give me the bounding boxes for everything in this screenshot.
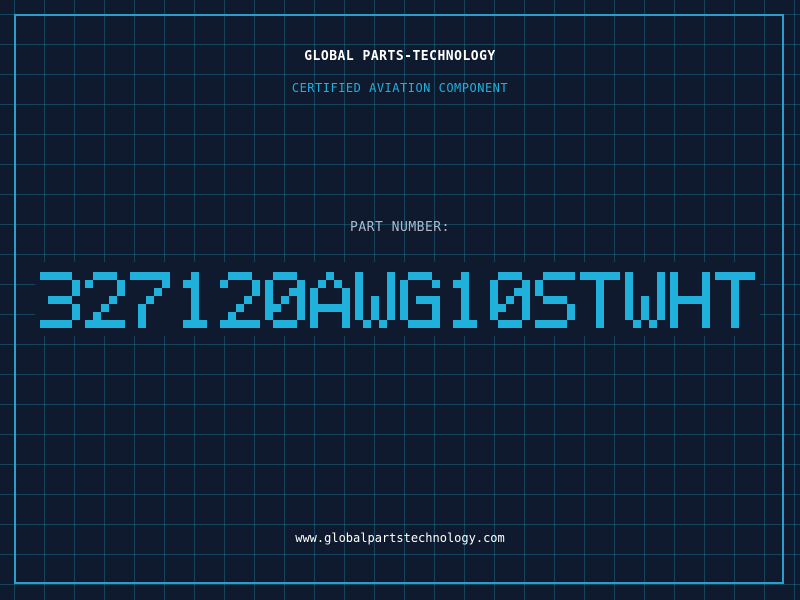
company-name: GLOBAL PARTS-TECHNOLOGY — [304, 49, 496, 64]
certification-tagline: CERTIFIED AVIATION COMPONENT — [291, 81, 509, 95]
part-number-char — [400, 272, 440, 328]
part-number-display — [40, 272, 755, 328]
part-number-char — [490, 272, 530, 328]
part-number-char — [355, 272, 395, 328]
part-number-char — [670, 272, 710, 328]
part-number-char — [453, 272, 477, 328]
part-number-char — [625, 272, 665, 328]
part-card: GLOBAL PARTS-TECHNOLOGY CERTIFIED AVIATI… — [0, 0, 800, 600]
part-number-char — [580, 272, 620, 328]
part-number-label: PART NUMBER: — [350, 220, 450, 235]
part-number-char — [40, 272, 80, 328]
website-url: www.globalpartstechnology.com — [295, 531, 505, 545]
part-number-char — [715, 272, 755, 328]
part-number-char — [310, 272, 350, 328]
part-number-char — [183, 272, 207, 328]
part-number-char — [535, 272, 575, 328]
part-number-char — [220, 272, 260, 328]
part-number-char — [85, 272, 125, 328]
part-number-char — [265, 272, 305, 328]
part-number-char — [130, 272, 170, 328]
